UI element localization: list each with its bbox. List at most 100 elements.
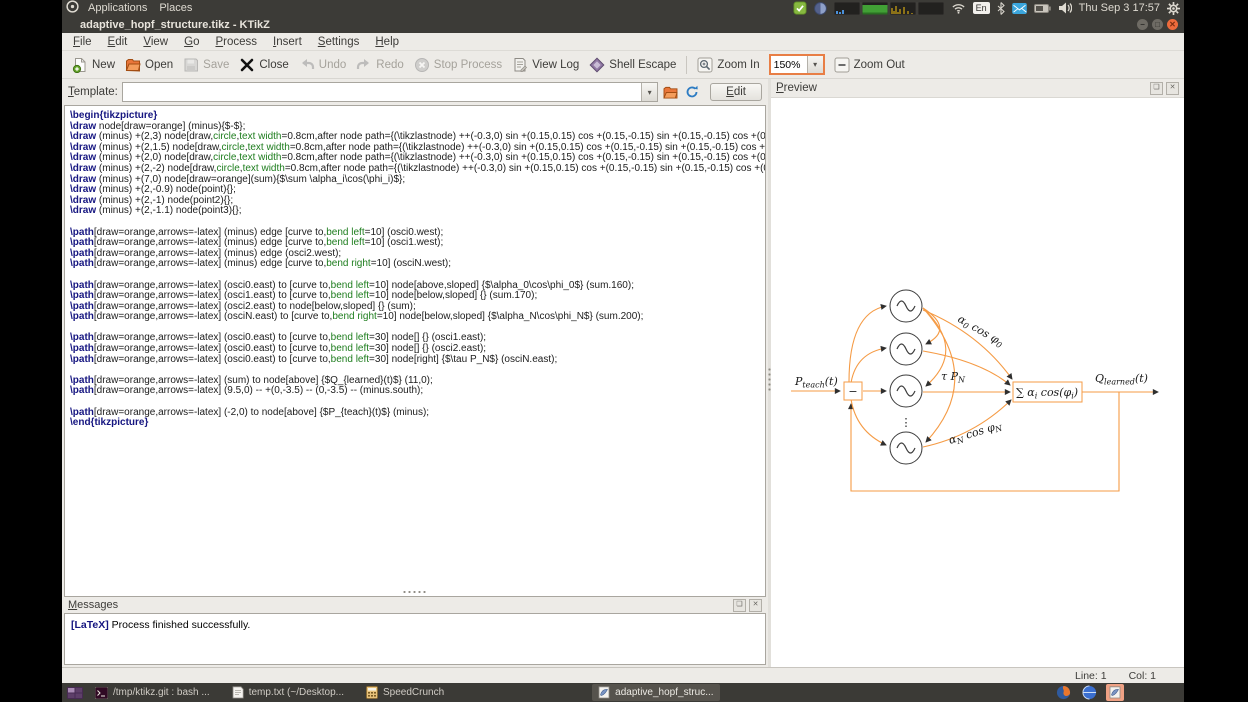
code-editor[interactable]: \begin{tikzpicture}\draw node[draw=orang… bbox=[64, 105, 766, 597]
sum-label: ∑ αi cos(φi) bbox=[1016, 386, 1078, 400]
code-line-29[interactable]: \path[draw=orange,arrows=-latex] (-2,0) … bbox=[70, 408, 765, 419]
menu-bar: File Edit View Go Process Insert Setting… bbox=[62, 33, 1184, 51]
preview-canvas[interactable]: − ⋮ Pteach(t) Qlearned(t) ∑ αi cos(φi) α… bbox=[771, 97, 1184, 667]
zoom-level-combobox[interactable]: ▾ bbox=[769, 54, 825, 75]
places-menu[interactable]: Places bbox=[156, 2, 195, 14]
log-tag: [LaTeX] bbox=[71, 619, 109, 631]
zoom-out-icon bbox=[834, 57, 850, 73]
workspace-switcher[interactable] bbox=[67, 687, 83, 699]
menu-insert[interactable]: Insert bbox=[266, 35, 309, 49]
toolbar-stop-label: Stop Process bbox=[434, 59, 502, 71]
editor-messages-splitter[interactable] bbox=[402, 590, 428, 594]
firefox-icon[interactable] bbox=[1054, 684, 1072, 701]
preview-float-button[interactable]: ❏ bbox=[1150, 82, 1163, 95]
toolbar-zoom-in-button[interactable]: Zoom In bbox=[692, 55, 764, 75]
menu-process[interactable]: Process bbox=[208, 35, 264, 49]
template-dropdown-button[interactable]: ▾ bbox=[641, 83, 657, 101]
system-tray: En Thu Sep 3 17:57 bbox=[793, 1, 1180, 15]
code-line-20[interactable]: \path[draw=orange,arrows=-latex] (osciN.… bbox=[70, 312, 765, 323]
session-gear-icon[interactable] bbox=[1167, 2, 1180, 15]
menu-go[interactable]: Go bbox=[177, 35, 206, 49]
menu-help[interactable]: Help bbox=[368, 35, 406, 49]
distro-logo-icon[interactable] bbox=[66, 0, 79, 16]
template-combobox[interactable]: ▾ bbox=[122, 82, 658, 102]
system-monitor-graphs[interactable] bbox=[834, 2, 944, 15]
oscillator-nodes bbox=[890, 290, 922, 464]
preview-column: Preview ❏ ✕ bbox=[771, 79, 1184, 667]
log-entry: [LaTeX] Process finished successfully. bbox=[71, 619, 759, 631]
template-reload-button[interactable] bbox=[683, 83, 700, 101]
zoom-level-input[interactable] bbox=[771, 59, 807, 71]
template-open-file-button[interactable] bbox=[662, 83, 679, 101]
wifi-icon[interactable] bbox=[951, 2, 966, 14]
alphaN-label: αN cos φN bbox=[947, 418, 1004, 448]
toolbar-shell-button[interactable]: Shell Escape bbox=[584, 55, 681, 75]
toolbar-new-button[interactable]: New bbox=[67, 55, 120, 75]
battery-icon[interactable] bbox=[1034, 4, 1051, 13]
taskbar-item-label: SpeedCrunch bbox=[383, 687, 444, 698]
toolbar-open-label: Open bbox=[145, 59, 173, 71]
toolbar-redo-button: Redo bbox=[351, 55, 409, 75]
taskbar-item-1[interactable]: /tmp/ktikz.git : bash ... bbox=[89, 684, 216, 701]
ktikz-icon bbox=[598, 686, 610, 699]
input-signal-label: Pteach(t) bbox=[794, 375, 838, 389]
window-title-bar[interactable]: adaptive_hopf_structure.tikz - KTikZ − □… bbox=[62, 16, 1184, 33]
template-edit-button[interactable]: Edit bbox=[710, 83, 762, 101]
zoom-in-label: Zoom In bbox=[717, 59, 759, 71]
code-line-24[interactable]: \path[draw=orange,arrows=-latex] (osci0.… bbox=[70, 355, 765, 366]
messages-close-button[interactable]: ✕ bbox=[749, 599, 762, 612]
toolbar-open-button[interactable]: Open bbox=[120, 55, 178, 75]
close-window-button[interactable]: ✕ bbox=[1167, 19, 1178, 30]
menu-edit[interactable]: Edit bbox=[101, 35, 135, 49]
taskbar-item-label: /tmp/ktikz.git : bash ... bbox=[113, 687, 210, 698]
toolbar-buttons: NewOpenSaveCloseUndoRedoStop ProcessView… bbox=[67, 55, 681, 75]
bluetooth-icon[interactable] bbox=[997, 2, 1005, 15]
preview-close-button[interactable]: ✕ bbox=[1166, 82, 1179, 95]
save-icon bbox=[183, 57, 199, 73]
shell-icon bbox=[589, 57, 605, 73]
taskbar-item-label: adaptive_hopf_struc... bbox=[615, 687, 713, 698]
toolbar-viewlog-button[interactable]: View Log bbox=[507, 55, 584, 75]
messages-float-button[interactable]: ❏ bbox=[733, 599, 746, 612]
minimize-button[interactable]: − bbox=[1137, 19, 1148, 30]
top-panel: Applications Places En Thu Sep 3 17:57 bbox=[62, 0, 1184, 16]
zoom-out-label: Zoom Out bbox=[854, 59, 905, 71]
mail-icon[interactable] bbox=[1012, 3, 1027, 14]
code-line-15[interactable]: \path[draw=orange,arrows=-latex] (minus)… bbox=[70, 259, 765, 270]
clock[interactable]: Thu Sep 3 17:57 bbox=[1079, 2, 1160, 14]
template-row: Template: ▾ Edit bbox=[62, 79, 768, 105]
toolbar-zoom-out-button[interactable]: Zoom Out bbox=[829, 55, 910, 75]
messages-log[interactable]: [LaTeX] Process finished successfully. bbox=[64, 613, 766, 665]
code-line-27[interactable]: \path[draw=orange,arrows=-latex] (9.5,0)… bbox=[70, 386, 765, 397]
menu-view[interactable]: View bbox=[136, 35, 175, 49]
ktikz-launcher-icon[interactable] bbox=[1106, 684, 1124, 701]
minus-to-osciN bbox=[851, 399, 886, 445]
template-input[interactable] bbox=[123, 86, 641, 98]
updates-ok-icon[interactable] bbox=[793, 1, 807, 15]
keyboard-layout-indicator[interactable]: En bbox=[973, 2, 990, 14]
preview-header: Preview ❏ ✕ bbox=[771, 79, 1184, 97]
applications-menu[interactable]: Applications bbox=[85, 2, 150, 14]
tikz-preview-diagram: − ⋮ Pteach(t) Qlearned(t) ∑ αi cos(φi) α… bbox=[789, 281, 1184, 503]
zoom-dropdown-button[interactable]: ▾ bbox=[807, 56, 823, 73]
taskbar-item-3[interactable]: SpeedCrunch bbox=[360, 684, 450, 701]
taskbar-item-2[interactable]: temp.txt (~/Desktop... bbox=[226, 684, 350, 701]
menu-settings[interactable]: Settings bbox=[311, 35, 367, 49]
globe-indicator-icon[interactable] bbox=[814, 2, 827, 15]
toolbar-separator bbox=[686, 56, 687, 74]
code-line-30[interactable]: \end{tikzpicture} bbox=[70, 418, 765, 429]
close-icon bbox=[239, 57, 255, 73]
toolbar: NewOpenSaveCloseUndoRedoStop ProcessView… bbox=[62, 51, 1184, 79]
menu-file[interactable]: File bbox=[66, 35, 99, 49]
taskbar-item-4[interactable]: adaptive_hopf_struc... bbox=[592, 684, 719, 701]
toolbar-shell-label: Shell Escape bbox=[609, 59, 676, 71]
code-line-10[interactable]: \draw (minus) +(2,-1.1) node(point3){}; bbox=[70, 206, 765, 217]
toolbar-new-label: New bbox=[92, 59, 115, 71]
vertical-dots: ⋮ bbox=[901, 416, 912, 429]
toolbar-undo-label: Undo bbox=[319, 59, 347, 71]
messages-pane: Messages ❏ ✕ [LaTeX] Process finished su… bbox=[62, 597, 768, 667]
browser-globe-icon[interactable] bbox=[1080, 684, 1098, 701]
volume-icon[interactable] bbox=[1058, 2, 1072, 14]
toolbar-close-button[interactable]: Close bbox=[234, 55, 293, 75]
maximize-button[interactable]: □ bbox=[1152, 19, 1163, 30]
